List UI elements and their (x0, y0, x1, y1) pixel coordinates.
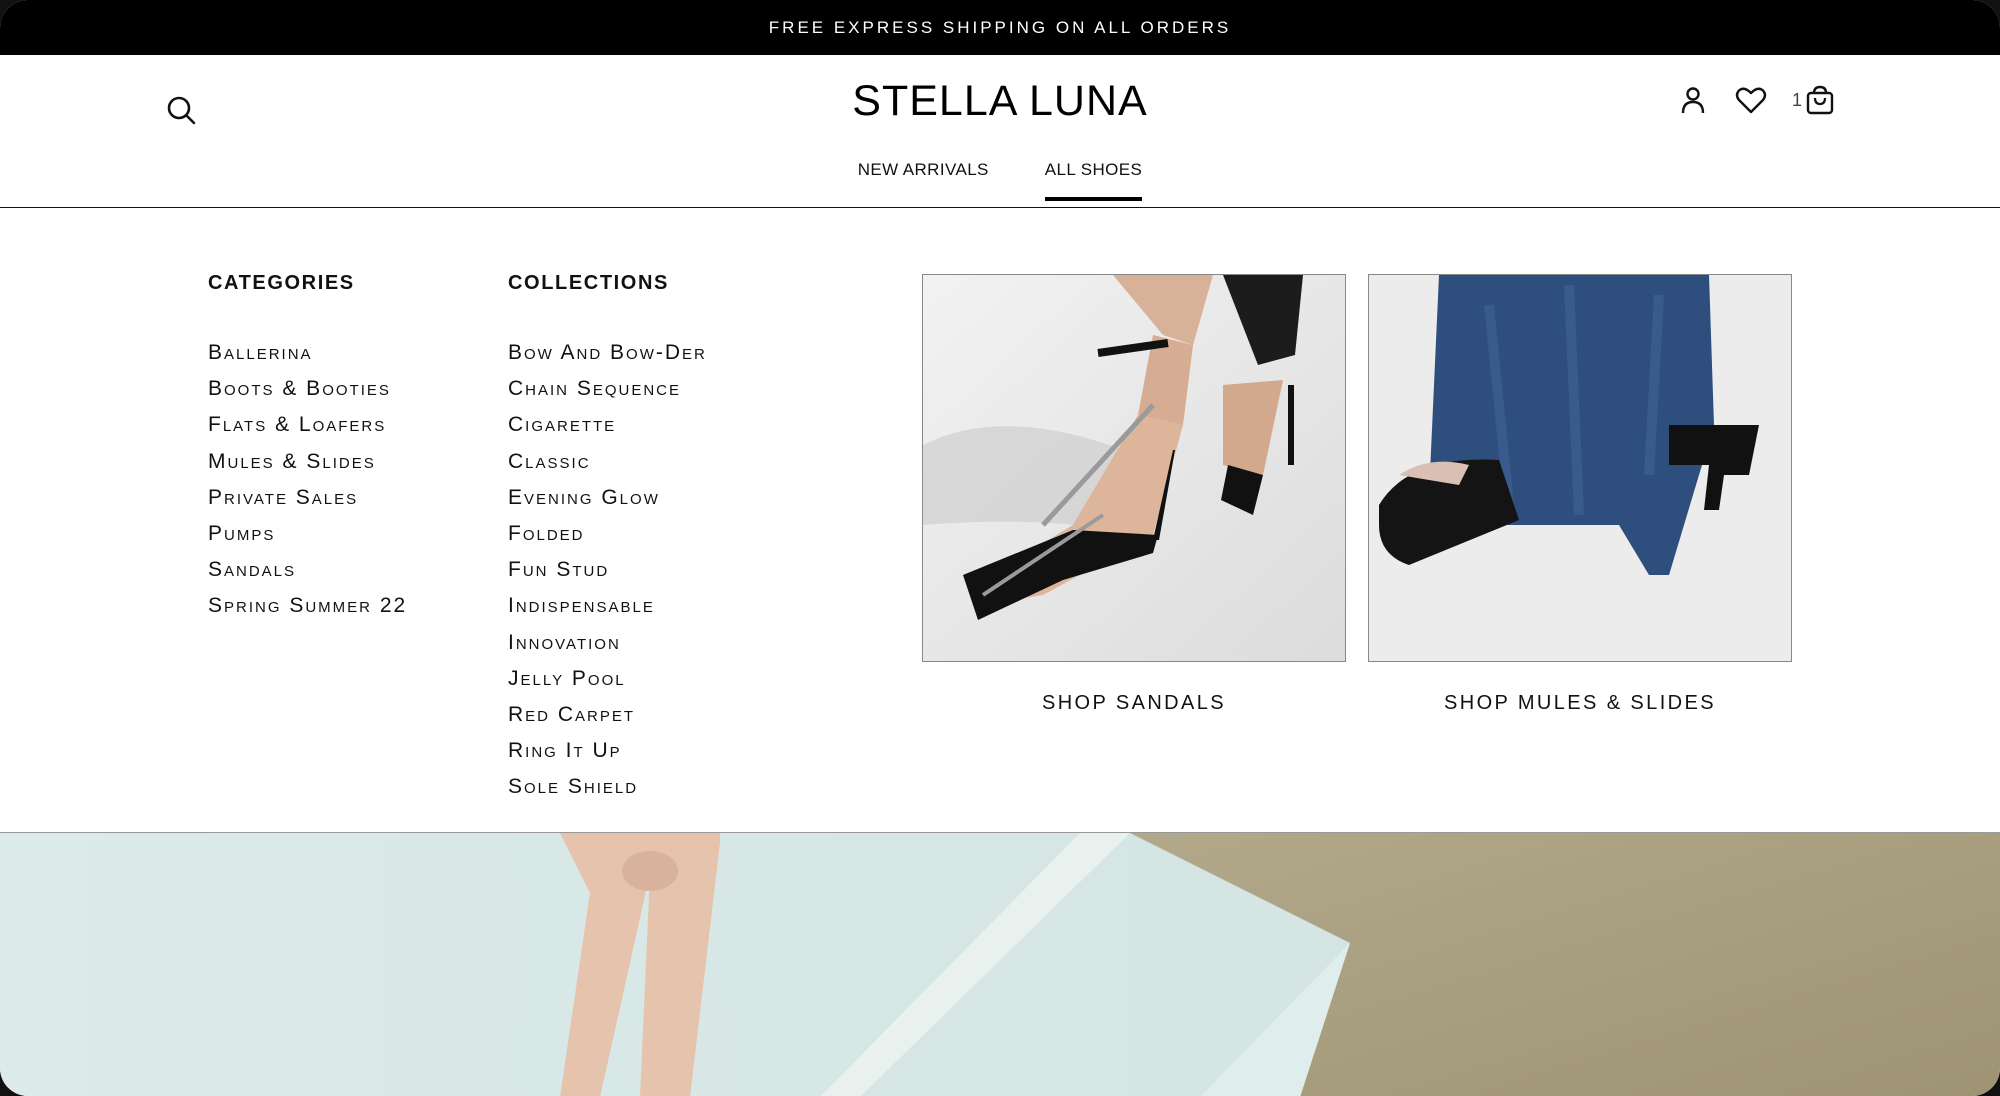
mega-menu: CATEGORIES Ballerina Boots & Booties Flats… (0, 208, 2000, 832)
collection-link-bow-and-bow-der[interactable]: Bow And Bow-Der (508, 335, 707, 371)
collection-link-fun-stud[interactable]: Fun Stud (508, 552, 707, 588)
categories-column: CATEGORIES Ballerina Boots & Booties Flats… (208, 208, 407, 625)
category-link-ballerina[interactable]: Ballerina (208, 335, 407, 371)
cart-count: 1 (1791, 89, 1802, 110)
account-button[interactable] (1676, 83, 1710, 117)
collections-list: Bow And Bow-Der Chain Sequence Cigarette Cl… (508, 335, 707, 806)
shop-sandals-label[interactable]: SHOP SANDALS (922, 692, 1346, 715)
mules-image[interactable] (1368, 274, 1792, 662)
collection-link-indispensable[interactable]: Indispensable (508, 588, 707, 624)
nav-new-arrivals[interactable]: NEW ARRIVALS (858, 160, 989, 200)
collection-link-folded[interactable]: Folded (508, 516, 707, 552)
collection-link-cigarette[interactable]: Cigarette (508, 407, 707, 443)
collection-link-evening-glow[interactable]: Evening Glow (508, 480, 707, 516)
promo-bar: FREE EXPRESS SHIPPING ON ALL ORDERS (0, 0, 2000, 55)
collection-link-sole-shield[interactable]: Sole Shield (508, 769, 707, 805)
collection-link-chain-sequence[interactable]: Chain Sequence (508, 371, 707, 407)
promo-bar-text: FREE EXPRESS SHIPPING ON ALL ORDERS (768, 17, 1232, 37)
collections-column: COLLECTIONS Bow And Bow-Der Chain Sequenc… (508, 208, 707, 806)
shop-mules-label[interactable]: SHOP MULES & SLIDES (1368, 692, 1792, 715)
category-link-boots-booties[interactable]: Boots & Booties (208, 371, 407, 407)
nav-all-shoes[interactable]: ALL SHOES (1044, 160, 1143, 201)
categories-heading: CATEGORIES (208, 272, 355, 294)
hero-banner[interactable] (0, 832, 2000, 1096)
collections-heading: COLLECTIONS (508, 272, 669, 294)
user-icon (1681, 87, 1705, 114)
category-link-sandals[interactable]: Sandals (208, 552, 407, 588)
category-link-pumps[interactable]: Pumps (208, 516, 407, 552)
site-header: STELLA LUNA NEW ARRIVALS ALL SHOES 1 (0, 55, 2000, 208)
categories-list: Ballerina Boots & Booties Flats & Loafers M… (208, 335, 407, 625)
shop-mules-card[interactable]: SHOP MULES & SLIDES (1368, 274, 1792, 715)
collection-link-red-carpet[interactable]: Red Carpet (508, 697, 707, 733)
category-link-mules-slides[interactable]: Mules & Slides (208, 444, 407, 480)
shop-sandals-card[interactable]: SHOP SANDALS (922, 274, 1346, 715)
mule-photo (1369, 275, 1791, 661)
collection-link-innovation[interactable]: Innovation (508, 625, 707, 661)
cart-button[interactable]: 1 (1792, 84, 1836, 116)
category-link-spring-summer-22[interactable]: Spring Summer 22 (208, 588, 407, 624)
category-link-flats-loafers[interactable]: Flats & Loafers (208, 407, 407, 443)
collection-link-classic[interactable]: Classic (508, 444, 707, 480)
collection-link-jelly-pool[interactable]: Jelly Pool (508, 661, 707, 697)
sandal-photo (923, 275, 1345, 661)
shopping-bag-icon (1806, 85, 1834, 115)
category-link-private-sales[interactable]: Private Sales (208, 480, 407, 516)
collection-link-ring-it-up[interactable]: Ring It Up (508, 733, 707, 769)
hero-image (0, 833, 2000, 1096)
wishlist-button[interactable] (1734, 83, 1768, 117)
heart-icon (1735, 87, 1767, 114)
page-frame: FREE EXPRESS SHIPPING ON ALL ORDERS STEL… (0, 0, 2000, 1096)
sandals-image[interactable] (922, 274, 1346, 662)
header-icons: 1 (1676, 83, 1836, 117)
main-nav: NEW ARRIVALS ALL SHOES (0, 160, 2000, 201)
